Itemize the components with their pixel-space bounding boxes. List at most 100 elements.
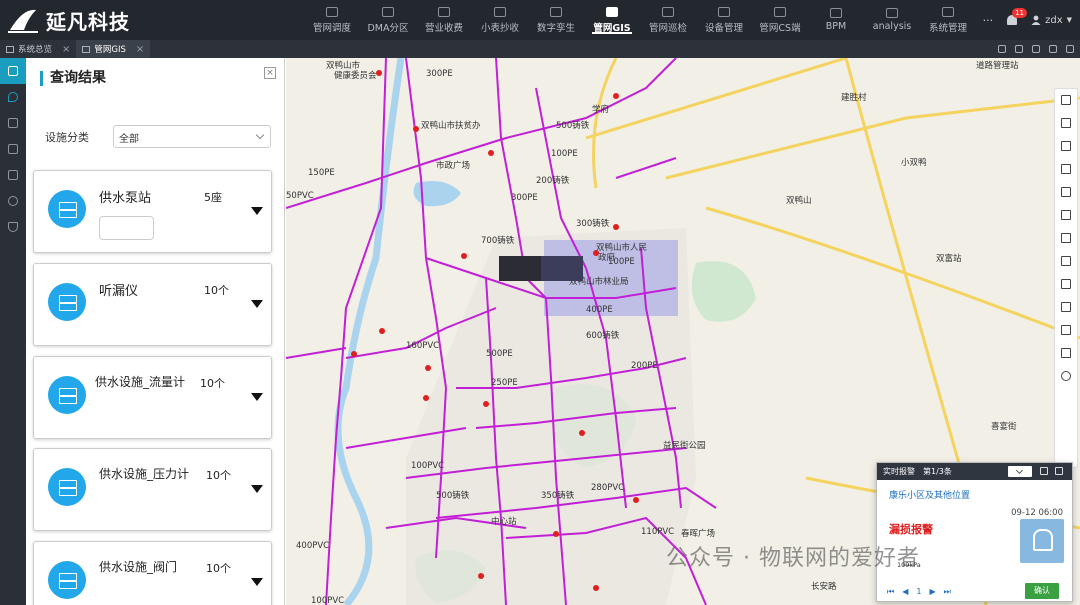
map-label: 300铸铁 (576, 218, 610, 229)
app-title: 延凡科技 (46, 9, 130, 34)
sidebar-item-tools[interactable] (0, 162, 26, 188)
first-page-icon[interactable]: ⏮ (887, 587, 894, 597)
caret-down-icon[interactable] (251, 485, 263, 493)
map-label: 150PE (308, 168, 335, 178)
realtime-alarm-popup: 实时报警 第1/3条 康乐小区及其他位置 09-12 06:00 漏损报警 10… (876, 462, 1073, 602)
map-icon[interactable] (1061, 325, 1071, 335)
nav-gis[interactable]: 管网GIS (584, 0, 640, 40)
alarm-title: 实时报警 (883, 467, 915, 476)
search-icon[interactable] (1061, 371, 1071, 381)
alarm-filter-select[interactable] (1008, 466, 1032, 477)
network-icon[interactable] (1061, 256, 1071, 266)
category-select[interactable]: 全部 (113, 125, 271, 148)
caret-down-icon[interactable] (251, 207, 263, 215)
next-page-icon[interactable]: ▶ (929, 587, 935, 597)
hand-pan-icon[interactable] (1061, 141, 1071, 151)
bell-icon[interactable]: 11 (1005, 8, 1028, 27)
app-logo[interactable]: 延凡科技 (6, 6, 130, 34)
facility-card-pump-station[interactable]: 供水泵站 5座 (33, 170, 272, 253)
facility-card-flowmeter[interactable]: 供水设施_流量计 10个 (33, 356, 272, 439)
lock-icon[interactable] (998, 45, 1006, 53)
prev-page-icon[interactable]: ◀ (902, 587, 908, 597)
map-label: 双鸭山市 (326, 60, 361, 71)
nav-dispatch[interactable]: 管网调度 (304, 0, 360, 40)
map-label: 500铸铁 (556, 120, 590, 131)
alarm-location[interactable]: 康乐小区及其他位置 (889, 488, 970, 501)
message-icon[interactable] (1061, 279, 1071, 289)
facility-input[interactable] (99, 216, 154, 240)
nav-dma[interactable]: DMA分区 (360, 0, 416, 40)
nav-cs[interactable]: 管网CS端 (752, 0, 808, 40)
map-label: 健康委员会 (334, 70, 377, 81)
map-label: 400PVC (296, 541, 329, 551)
sidebar-item-gauge[interactable] (0, 188, 26, 214)
sound-icon[interactable] (1015, 45, 1023, 53)
map-label: 双富站 (936, 253, 962, 264)
redacted-area (541, 256, 583, 281)
last-page-icon[interactable]: ⏭ (944, 587, 951, 597)
location-pin-icon[interactable] (1061, 348, 1071, 358)
user-menu[interactable]: zdx ▼ (1031, 15, 1072, 26)
notification-badge: 11 (1012, 8, 1028, 18)
facility-count: 10个 (206, 562, 231, 575)
confirm-button[interactable]: 确认 (1025, 583, 1059, 599)
eraser-icon[interactable] (1061, 302, 1071, 312)
gear-icon[interactable] (1040, 467, 1048, 475)
left-icon-sidebar (0, 58, 26, 605)
nav-billing[interactable]: 营业收费 (416, 0, 472, 40)
facility-count: 10个 (206, 469, 231, 482)
nav-analysis[interactable]: analysis (864, 0, 920, 40)
twin-icon (550, 6, 562, 17)
toolbox-icon (8, 170, 18, 180)
tab-gis[interactable]: 管网GIS × (76, 40, 151, 58)
nav-label: 设备管理 (704, 22, 743, 34)
expand-icon[interactable] (1066, 45, 1074, 53)
sidebar-item-image[interactable] (0, 136, 26, 162)
nav-bpm[interactable]: BPM (808, 0, 864, 40)
tab-overview[interactable]: 系统总览 × (0, 40, 76, 58)
close-icon[interactable]: × (264, 67, 276, 79)
nav-inspection[interactable]: 管网巡检 (640, 0, 696, 40)
more-menu-button[interactable]: ··· (983, 14, 994, 27)
close-icon[interactable] (1055, 467, 1063, 475)
facility-card-valve[interactable]: 供水设施_阀门 10个 (33, 541, 272, 605)
caret-down-icon[interactable] (251, 300, 263, 308)
location-pin-icon (8, 92, 18, 102)
map-label: 长安路 (811, 581, 837, 592)
sidebar-item-layers[interactable] (0, 110, 26, 136)
nav-equipment[interactable]: 设备管理 (696, 0, 752, 40)
refresh-icon[interactable] (1049, 45, 1057, 53)
car-icon[interactable] (1061, 233, 1071, 243)
map-label: 100PVC (311, 596, 344, 605)
nav-digital-twin[interactable]: 数字孪生 (528, 0, 584, 40)
shield-icon (8, 222, 18, 232)
panel-title: 查询结果 (40, 71, 106, 86)
category-label: 设施分类 (45, 131, 89, 144)
profile-icon[interactable] (1061, 187, 1071, 197)
close-icon[interactable]: × (62, 44, 70, 55)
alarm-bell-icon (1020, 519, 1064, 563)
nav-system[interactable]: 系统管理 (920, 0, 976, 40)
nav-label: 管网调度 (312, 22, 351, 34)
close-icon[interactable]: × (136, 44, 144, 55)
image-icon (8, 144, 18, 154)
nav-label: 小表抄收 (480, 22, 519, 34)
sidebar-item-results[interactable] (0, 58, 26, 84)
chevron-down-icon: ▼ (1066, 16, 1072, 24)
zoom-in-icon[interactable] (1061, 118, 1071, 128)
caret-down-icon[interactable] (251, 393, 263, 401)
facility-count: 5座 (204, 191, 222, 204)
map-label: 道路管理站 (976, 60, 1019, 71)
map-label: 小双鸭 (901, 157, 927, 168)
sidebar-item-location[interactable] (0, 84, 26, 110)
caret-down-icon[interactable] (251, 578, 263, 586)
fullscreen-icon[interactable] (1032, 45, 1040, 53)
facility-card-pressure-gauge[interactable]: 供水设施_压力计 10个 (33, 448, 272, 531)
nav-meter-reading[interactable]: 小表抄收 (472, 0, 528, 40)
measure-icon[interactable] (1061, 210, 1071, 220)
document-icon[interactable] (1061, 95, 1071, 105)
sidebar-item-shield[interactable] (0, 214, 26, 240)
facility-card-leak-detector[interactable]: 听漏仪 10个 (33, 263, 272, 346)
window-icon (6, 45, 14, 53)
split-view-icon[interactable] (1061, 164, 1071, 174)
